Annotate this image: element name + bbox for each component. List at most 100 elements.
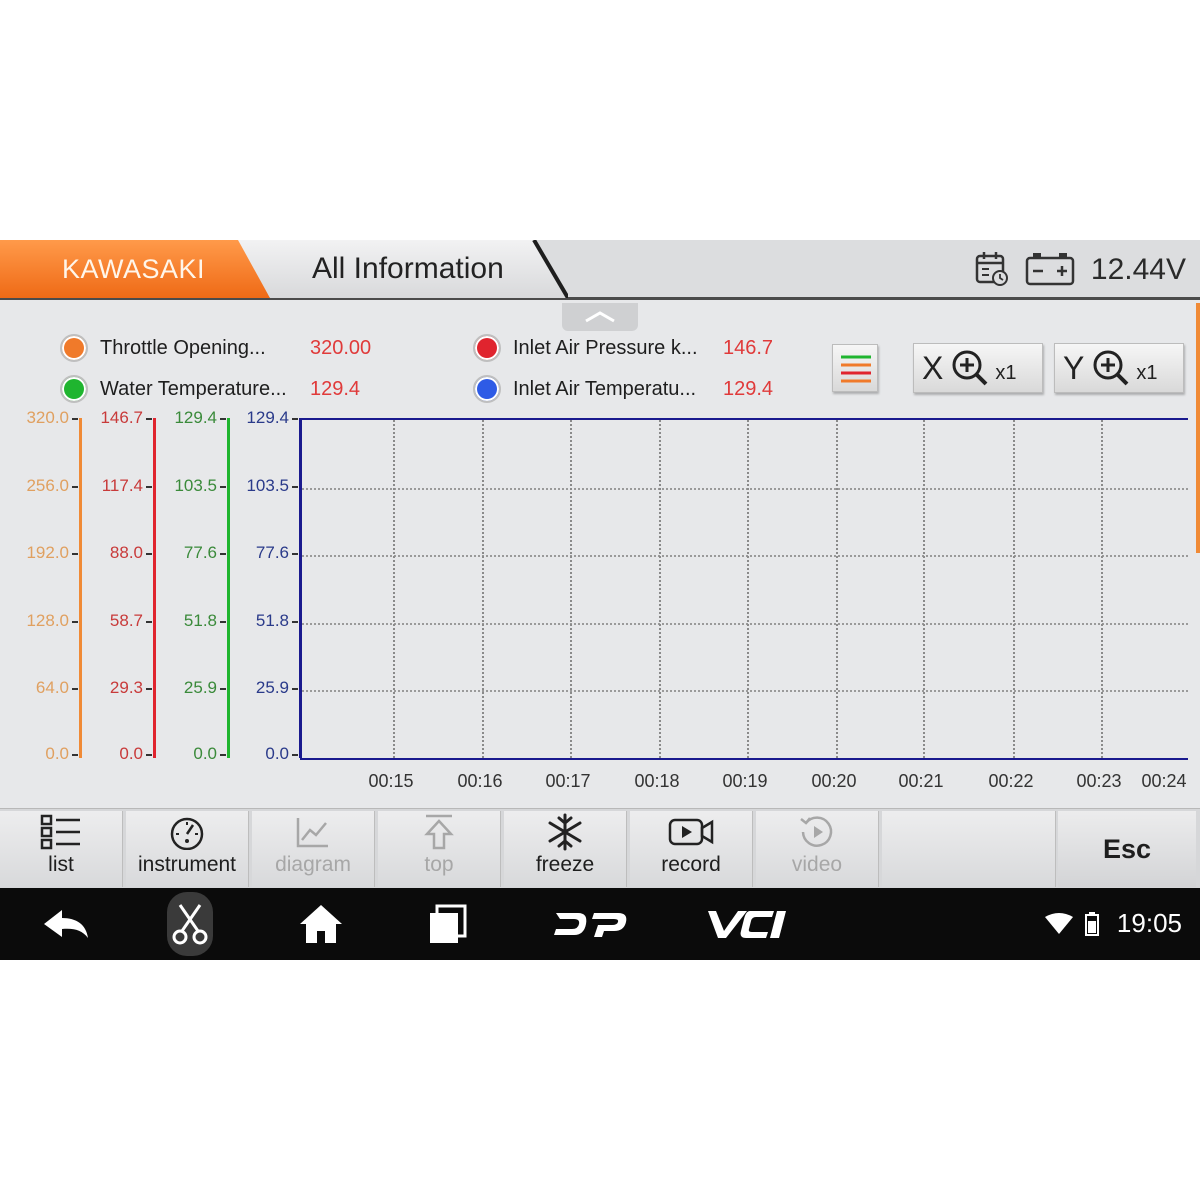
y-axis-tick — [146, 621, 152, 623]
legend-menu-button[interactable] — [832, 344, 878, 392]
grid-line-vertical — [659, 420, 661, 758]
grid-line-vertical — [747, 420, 749, 758]
video-button[interactable]: video — [756, 811, 879, 887]
x-zoom-button[interactable]: X x1 — [913, 343, 1043, 393]
grid-line-horizontal — [302, 488, 1188, 490]
freeze-button[interactable]: freeze — [504, 811, 627, 887]
y-axis-line — [227, 418, 230, 758]
diagram-button-label: diagram — [275, 853, 351, 876]
y-axis-tick — [220, 418, 226, 420]
y-axis-tick-label: 25.9 — [255, 678, 289, 697]
y-zoom-button[interactable]: Y x1 — [1054, 343, 1184, 393]
y-axis-tick-label: 0.0 — [265, 744, 289, 763]
header-bar: KAWASAKI All Information 12.44V — [0, 240, 1200, 300]
y-axis-tick — [292, 553, 298, 555]
y-axis-tick-label: 320.0 — [26, 408, 69, 427]
x-axis-tick-label: 00:22 — [988, 771, 1034, 791]
top-button-label: top — [424, 853, 454, 876]
y-axis-tick — [292, 486, 298, 488]
grid-line-horizontal — [302, 555, 1188, 557]
video-camera-icon — [668, 818, 714, 846]
freeze-button-label: freeze — [535, 853, 595, 876]
replay-icon — [800, 816, 833, 847]
x-axis-tick-label: 00:24 — [1141, 771, 1187, 791]
zoom-in-icon — [1093, 350, 1129, 386]
instrument-button-label: instrument — [137, 853, 237, 876]
legend-item-throttle[interactable]: Throttle Opening... — [60, 333, 266, 363]
legend-label: Inlet Air Pressure k... — [513, 336, 698, 359]
x-axis-tick-label: 00:20 — [811, 771, 857, 791]
y-axis-tick — [72, 688, 78, 690]
brand-tab[interactable]: KAWASAKI — [0, 240, 270, 298]
color-lines-icon — [841, 355, 871, 383]
vci-logo-icon[interactable] — [702, 888, 792, 960]
legend-item-inlet-temp[interactable]: Inlet Air Temperatu... — [473, 374, 696, 404]
header-status: 12.44V — [975, 248, 1186, 292]
y-axis-tick — [72, 621, 78, 623]
legend-label: Throttle Opening... — [100, 336, 266, 359]
y-axis-tick — [146, 553, 152, 555]
title-tab-label: All Information — [312, 252, 504, 285]
y-axis-tick-label: 51.8 — [255, 611, 289, 630]
system-nav-bar: 19:05 — [0, 888, 1200, 960]
toolbar-spacer — [882, 811, 1056, 887]
x-axis-tick-label: 00:17 — [545, 771, 591, 791]
grid-line-vertical — [836, 420, 838, 758]
scroll-indicator[interactable] — [1196, 303, 1200, 553]
title-tab[interactable]: All Information — [238, 240, 568, 298]
y-axis-tick — [146, 486, 152, 488]
calendar-icon[interactable] — [975, 250, 1009, 291]
x-zoom-axis: X — [922, 349, 944, 386]
grid-line-vertical — [570, 420, 572, 758]
list-icon — [40, 814, 80, 850]
y-axis-tick — [146, 754, 152, 756]
recent-apps-icon[interactable] — [424, 888, 470, 960]
y-axis-tick-label: 0.0 — [45, 744, 69, 763]
y-axis-tick-label: 128.0 — [26, 611, 69, 630]
list-button-label: list — [48, 853, 74, 876]
y-axis-tick — [292, 621, 298, 623]
legend-item-water-temp[interactable]: Water Temperature... — [60, 374, 287, 404]
y-axis-tick — [72, 418, 78, 420]
diagram-button[interactable]: diagram — [252, 811, 375, 887]
y-axis-tick — [220, 621, 226, 623]
y-axis-tick-label: 192.0 — [26, 543, 69, 562]
arrow-up-icon — [424, 814, 454, 850]
list-button[interactable]: list — [0, 811, 123, 887]
y-axis-tick-label: 103.5 — [174, 476, 217, 495]
legend-color-dot — [473, 334, 501, 362]
back-icon[interactable] — [38, 888, 94, 960]
dp-logo-icon[interactable] — [550, 888, 630, 960]
chevron-up-icon — [585, 311, 615, 323]
home-icon[interactable] — [296, 888, 346, 960]
grid-line-vertical — [1013, 420, 1015, 758]
instrument-button[interactable]: instrument — [126, 811, 249, 887]
gauge-icon — [170, 817, 204, 850]
record-button[interactable]: record — [630, 811, 753, 887]
y-axis-tick — [72, 553, 78, 555]
collapse-handle[interactable] — [562, 303, 638, 331]
y-axis-tick — [292, 688, 298, 690]
grid-line-horizontal — [302, 690, 1188, 692]
video-button-label: video — [791, 853, 843, 876]
legend-label: Water Temperature... — [100, 377, 287, 400]
legend-color-dot — [60, 375, 88, 403]
esc-button[interactable]: Esc — [1058, 811, 1196, 887]
x-axis-tick-label: 00:23 — [1076, 771, 1122, 791]
y-axis-tick — [292, 418, 298, 420]
y-axis-tick — [220, 754, 226, 756]
y-axis-tick-label: 146.7 — [100, 408, 143, 427]
x-axis-tick-label: 00:19 — [722, 771, 768, 791]
y-axis-tick-label: 129.4 — [174, 408, 217, 427]
y-axis-tick-label: 129.4 — [246, 408, 289, 427]
graph-plot-area[interactable] — [300, 418, 1188, 760]
y-axis-tick-label: 51.8 — [183, 611, 217, 630]
y-axis-tick — [220, 486, 226, 488]
y-axis-tick-label: 64.0 — [35, 678, 69, 697]
y-zoom-multiplier: x1 — [1136, 361, 1158, 384]
y-axis-tick-label: 117.4 — [101, 476, 143, 495]
scissors-icon[interactable] — [167, 888, 213, 960]
legend-item-inlet-pressure[interactable]: Inlet Air Pressure k... — [473, 333, 698, 363]
legend-value: 129.4 — [310, 378, 361, 400]
top-button[interactable]: top — [378, 811, 501, 887]
